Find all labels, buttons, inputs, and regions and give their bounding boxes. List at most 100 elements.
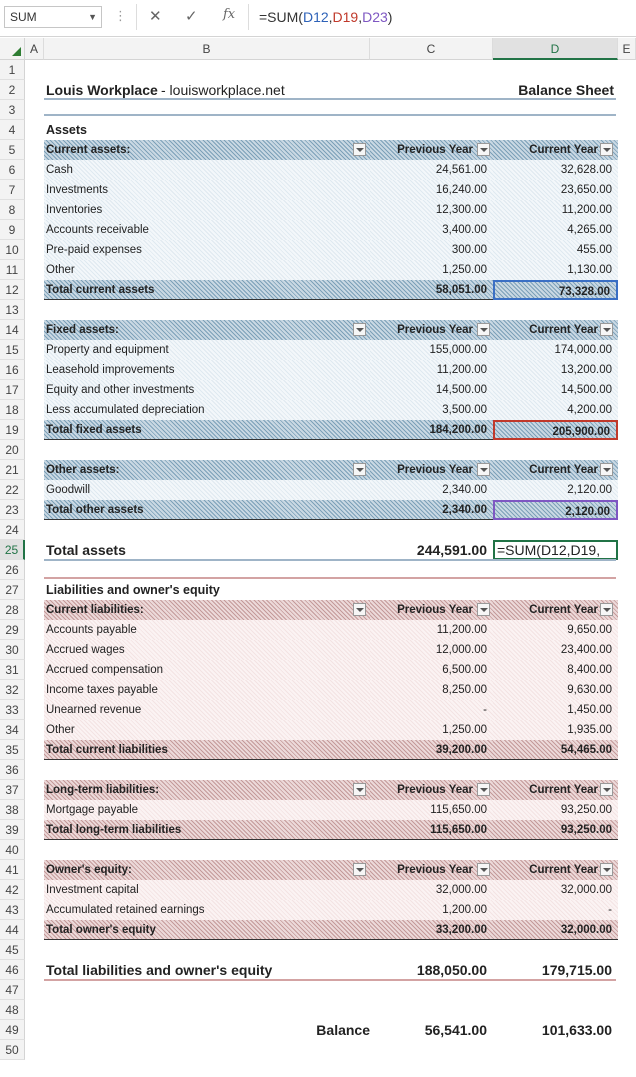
row-header-2[interactable]: 2 [0, 80, 25, 100]
fixed-assets-item-prev[interactable]: 14,500.00 [370, 380, 493, 400]
row-header-26[interactable]: 26 [0, 560, 25, 580]
current-liabilities-item-prev[interactable]: 11,200.00 [370, 620, 493, 640]
cancel-icon[interactable]: ✕ [149, 7, 162, 25]
owners-equity-item-curr[interactable]: 32,000.00 [493, 880, 618, 900]
liabilities-title[interactable]: Liabilities and owner's equity [44, 580, 370, 600]
balance-label[interactable]: Balance [300, 1020, 370, 1040]
fixed-assets-header-prev[interactable]: Previous Year [370, 320, 493, 340]
row-header-27[interactable]: 27 [0, 580, 25, 600]
current-liabilities-item-curr[interactable]: 8,400.00 [493, 660, 618, 680]
formula-input[interactable]: =SUM(D12,D19,D23) [248, 4, 634, 30]
row-header-44[interactable]: 44 [0, 920, 25, 940]
long-term-liabilities-header-prev[interactable]: Previous Year [370, 780, 493, 800]
row-header-36[interactable]: 36 [0, 760, 25, 780]
column-header-e[interactable]: E [618, 38, 636, 60]
current-assets-item-curr[interactable]: 32,628.00 [493, 160, 618, 180]
long-term-liabilities-prev-filter-icon[interactable] [477, 783, 490, 796]
insert-function-icon[interactable]: fx [223, 7, 235, 22]
row-header-17[interactable]: 17 [0, 380, 25, 400]
fixed-assets-curr-filter-icon[interactable] [600, 323, 613, 336]
name-box[interactable]: SUM ▼ [4, 6, 102, 28]
current-liabilities-total-name[interactable]: Total current liabilities [44, 740, 370, 760]
row-header-21[interactable]: 21 [0, 460, 25, 480]
row-header-14[interactable]: 14 [0, 320, 25, 340]
column-header-d[interactable]: D [493, 38, 618, 60]
row-header-23[interactable]: 23 [0, 500, 25, 520]
balance-curr[interactable]: 101,633.00 [493, 1020, 618, 1040]
owners-equity-header-label[interactable]: Owner's equity: [44, 860, 370, 880]
other-assets-filter-icon[interactable] [353, 463, 366, 476]
row-header-31[interactable]: 31 [0, 660, 25, 680]
column-header-a[interactable]: A [25, 38, 44, 60]
row-header-40[interactable]: 40 [0, 840, 25, 860]
fixed-assets-filter-icon[interactable] [353, 323, 366, 336]
total-assets-prev[interactable]: 244,591.00 [370, 540, 493, 560]
row-header-3[interactable]: 3 [0, 100, 25, 120]
row-header-12[interactable]: 12 [0, 280, 25, 300]
current-liabilities-item-curr[interactable]: 1,935.00 [493, 720, 618, 740]
current-assets-item-prev[interactable]: 300.00 [370, 240, 493, 260]
fixed-assets-item-name[interactable]: Property and equipment [44, 340, 370, 360]
current-assets-prev-filter-icon[interactable] [477, 143, 490, 156]
current-liabilities-item-name[interactable]: Accrued compensation [44, 660, 370, 680]
row-header-8[interactable]: 8 [0, 200, 25, 220]
other-assets-total-curr[interactable]: 2,120.00 [493, 500, 618, 520]
select-all-corner[interactable] [0, 38, 25, 60]
current-assets-item-curr[interactable]: 23,650.00 [493, 180, 618, 200]
current-liabilities-item-name[interactable]: Accrued wages [44, 640, 370, 660]
total-liabilities-curr[interactable]: 179,715.00 [493, 960, 618, 980]
other-assets-prev-filter-icon[interactable] [477, 463, 490, 476]
row-header-48[interactable]: 48 [0, 1000, 25, 1020]
row-header-7[interactable]: 7 [0, 180, 25, 200]
sheet-title[interactable]: Balance Sheet [493, 80, 618, 100]
row-header-18[interactable]: 18 [0, 400, 25, 420]
fixed-assets-header-label[interactable]: Fixed assets: [44, 320, 370, 340]
row-header-1[interactable]: 1 [0, 60, 25, 80]
current-liabilities-header-prev[interactable]: Previous Year [370, 600, 493, 620]
current-assets-filter-icon[interactable] [353, 143, 366, 156]
owners-equity-prev-filter-icon[interactable] [477, 863, 490, 876]
current-liabilities-item-name[interactable]: Accounts payable [44, 620, 370, 640]
column-header-c[interactable]: C [370, 38, 493, 60]
current-assets-item-name[interactable]: Accounts receivable [44, 220, 370, 240]
row-header-25[interactable]: 25 [0, 540, 25, 560]
fixed-assets-item-name[interactable]: Less accumulated depreciation [44, 400, 370, 420]
total-assets-label[interactable]: Total assets [44, 540, 370, 560]
long-term-liabilities-item-prev[interactable]: 115,650.00 [370, 800, 493, 820]
current-assets-item-prev[interactable]: 24,561.00 [370, 160, 493, 180]
fixed-assets-item-curr[interactable]: 14,500.00 [493, 380, 618, 400]
enter-icon[interactable]: ✓ [185, 7, 198, 25]
current-liabilities-item-curr[interactable]: 9,630.00 [493, 680, 618, 700]
current-assets-item-curr[interactable]: 4,265.00 [493, 220, 618, 240]
row-header-34[interactable]: 34 [0, 720, 25, 740]
current-liabilities-item-name[interactable]: Unearned revenue [44, 700, 370, 720]
long-term-liabilities-total-name[interactable]: Total long-term liabilities [44, 820, 370, 840]
current-liabilities-item-prev[interactable]: - [370, 700, 493, 720]
other-assets-curr-filter-icon[interactable] [600, 463, 613, 476]
current-assets-item-name[interactable]: Pre-paid expenses [44, 240, 370, 260]
assets-title[interactable]: Assets [44, 120, 370, 140]
current-liabilities-item-name[interactable]: Other [44, 720, 370, 740]
company-website[interactable]: - louisworkplace.net [161, 80, 331, 100]
current-assets-total-curr[interactable]: 73,328.00 [493, 280, 618, 300]
row-header-49[interactable]: 49 [0, 1020, 25, 1040]
total-assets-curr-editing[interactable]: =SUM(D12,D19, [493, 540, 618, 560]
current-liabilities-item-prev[interactable]: 8,250.00 [370, 680, 493, 700]
owners-equity-item-curr[interactable]: - [493, 900, 618, 920]
current-liabilities-prev-filter-icon[interactable] [477, 603, 490, 616]
fixed-assets-prev-filter-icon[interactable] [477, 323, 490, 336]
owners-equity-item-prev[interactable]: 32,000.00 [370, 880, 493, 900]
fixed-assets-item-prev[interactable]: 155,000.00 [370, 340, 493, 360]
row-header-24[interactable]: 24 [0, 520, 25, 540]
owners-equity-curr-filter-icon[interactable] [600, 863, 613, 876]
other-assets-item-prev[interactable]: 2,340.00 [370, 480, 493, 500]
current-liabilities-filter-icon[interactable] [353, 603, 366, 616]
long-term-liabilities-total-prev[interactable]: 115,650.00 [370, 820, 493, 840]
current-assets-item-name[interactable]: Investments [44, 180, 370, 200]
current-liabilities-item-prev[interactable]: 1,250.00 [370, 720, 493, 740]
current-assets-item-curr[interactable]: 11,200.00 [493, 200, 618, 220]
row-header-28[interactable]: 28 [0, 600, 25, 620]
row-header-42[interactable]: 42 [0, 880, 25, 900]
long-term-liabilities-item-name[interactable]: Mortgage payable [44, 800, 370, 820]
other-assets-item-curr[interactable]: 2,120.00 [493, 480, 618, 500]
